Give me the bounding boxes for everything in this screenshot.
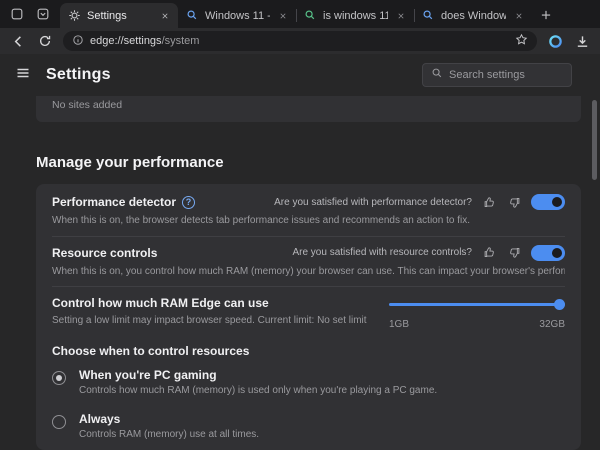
tab-title: Windows 11 - Search (205, 10, 270, 22)
close-tab-icon[interactable] (394, 9, 408, 23)
tab-windows11-search[interactable]: Windows 11 - Search (178, 3, 296, 28)
option-title: When you're PC gaming (79, 368, 437, 382)
feedback-question: Are you satisfied with resource controls… (292, 247, 472, 258)
search-favicon-icon (304, 9, 317, 22)
slider-min-label: 1GB (389, 319, 409, 330)
no-sites-added-label: No sites added (52, 99, 122, 111)
slider-handle[interactable] (554, 299, 565, 310)
previous-section-card: No sites added (36, 96, 581, 122)
refresh-icon[interactable] (36, 32, 54, 50)
thumbs-down-icon[interactable] (506, 245, 522, 261)
url-base: edge://settings (90, 35, 162, 47)
toggle-knob (552, 248, 562, 258)
option-description: Controls how much RAM (memory) is used o… (79, 385, 437, 396)
tab-actions-icon[interactable] (36, 7, 50, 21)
performance-detector-description: When this is on, the browser detects tab… (52, 214, 565, 228)
thumbs-down-icon[interactable] (506, 194, 522, 210)
search-icon (431, 66, 443, 84)
option-description: Controls RAM (memory) use at all times. (79, 429, 259, 440)
favorite-star-icon[interactable] (515, 33, 528, 49)
slider-track (389, 303, 565, 306)
gear-icon (68, 9, 81, 22)
section-title: Manage your performance (36, 154, 600, 171)
ram-limit-title: Control how much RAM Edge can use (52, 296, 373, 310)
tab-strip-actions (4, 0, 60, 28)
close-tab-icon[interactable] (512, 9, 526, 23)
close-tab-icon[interactable] (158, 9, 172, 23)
site-info-icon[interactable] (72, 34, 84, 49)
tab-title: does Windows 11 24H (441, 10, 506, 22)
ram-limit-slider[interactable] (389, 299, 565, 310)
choose-when-title: Choose when to control resources (52, 335, 565, 360)
tab-settings[interactable]: Settings (60, 3, 178, 28)
toggle-knob (552, 197, 562, 207)
back-icon[interactable] (9, 32, 27, 50)
performance-detector-title: Performance detector ? (52, 195, 195, 209)
tab-strip: Settings Windows 11 - Search is windows … (0, 0, 600, 28)
performance-detector-toggle[interactable] (531, 194, 565, 210)
workspaces-icon[interactable] (10, 7, 24, 21)
settings-page: Settings No sites added Manage your perf… (0, 54, 600, 450)
help-icon[interactable]: ? (182, 196, 195, 209)
resource-controls-description: When this is on, you control how much RA… (52, 265, 565, 279)
option-always[interactable]: Always Controls RAM (memory) use at all … (52, 404, 565, 448)
tab-title: Settings (87, 10, 152, 22)
thumbs-up-icon[interactable] (481, 194, 497, 210)
ram-limit-row: Control how much RAM Edge can use Settin… (52, 287, 565, 335)
option-title: Always (79, 412, 259, 426)
tab-is-windows-11-24h2[interactable]: is windows 11 24h2 sa (296, 3, 414, 28)
resource-controls-toggle[interactable] (531, 245, 565, 261)
ram-limit-description: Setting a low limit may impact browser s… (52, 314, 373, 328)
tab-does-windows-11-24h[interactable]: does Windows 11 24H (414, 3, 532, 28)
browser-toolbar: edge://settings/system (0, 28, 600, 54)
copilot-icon[interactable] (546, 32, 564, 50)
resource-controls-row: Resource controls Are you satisfied with… (52, 237, 565, 288)
radio-pc-gaming[interactable] (52, 371, 66, 385)
scrollbar[interactable] (592, 100, 597, 180)
tab-title: is windows 11 24h2 sa (323, 10, 388, 22)
resource-controls-title: Resource controls (52, 246, 157, 260)
slider-max-label: 32GB (539, 319, 565, 330)
option-pc-gaming[interactable]: When you're PC gaming Controls how much … (52, 360, 565, 404)
page-title: Settings (46, 66, 111, 84)
feedback-question: Are you satisfied with performance detec… (274, 197, 472, 208)
settings-search-input[interactable] (449, 69, 563, 81)
search-favicon-icon (186, 9, 199, 22)
menu-icon[interactable] (15, 65, 31, 86)
settings-header: Settings (0, 54, 600, 96)
radio-always[interactable] (52, 415, 66, 429)
downloads-icon[interactable] (573, 32, 591, 50)
url-path: /system (162, 35, 200, 47)
search-favicon-icon (422, 9, 435, 22)
address-bar[interactable]: edge://settings/system (63, 31, 537, 51)
new-tab-button[interactable] (535, 4, 557, 26)
close-tab-icon[interactable] (276, 9, 290, 23)
settings-search[interactable] (422, 63, 572, 87)
thumbs-up-icon[interactable] (481, 245, 497, 261)
performance-detector-row: Performance detector ? Are you satisfied… (52, 186, 565, 237)
performance-card: Performance detector ? Are you satisfied… (36, 184, 581, 450)
